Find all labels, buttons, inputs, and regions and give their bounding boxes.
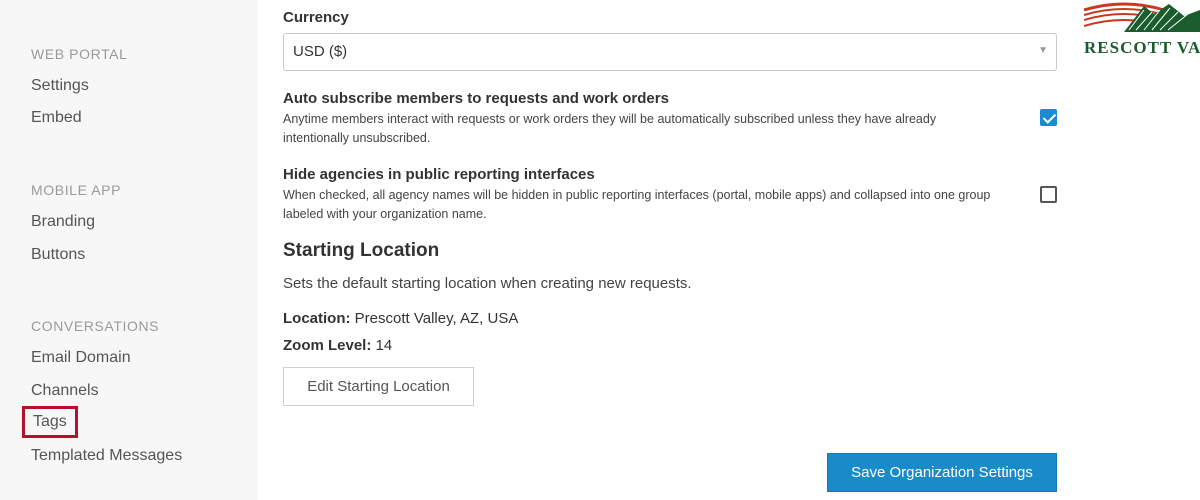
hide-agencies-checkbox[interactable] <box>1040 186 1057 203</box>
nav-item-email-domain[interactable]: Email Domain <box>31 349 131 367</box>
settings-sidebar: WEB PORTAL Settings Embed MOBILE APP Bra… <box>0 0 240 500</box>
location-row: Location: Prescott Valley, AZ, USA <box>283 310 518 327</box>
nav-item-embed[interactable]: Embed <box>31 109 82 127</box>
auto-subscribe-title: Auto subscribe members to requests and w… <box>283 90 669 107</box>
location-label: Location: <box>283 310 351 327</box>
nav-item-tags[interactable]: Tags <box>22 406 78 438</box>
zoom-value: 14 <box>375 337 393 354</box>
nav-item-buttons[interactable]: Buttons <box>31 246 85 264</box>
hide-agencies-description: When checked, all agency names will be h… <box>283 188 991 221</box>
hide-agencies-title: Hide agencies in public reporting interf… <box>283 166 595 183</box>
nav-item-settings[interactable]: Settings <box>31 77 89 95</box>
save-organization-settings-button[interactable]: Save Organization Settings <box>827 453 1057 492</box>
auto-subscribe-description: Anytime members interact with requests o… <box>283 112 937 145</box>
organization-settings-form: Currency USD ($) ▼ Auto subscribe member… <box>258 0 1078 500</box>
auto-subscribe-checkbox[interactable] <box>1040 109 1057 126</box>
nav-item-branding[interactable]: Branding <box>31 213 95 231</box>
dropdown-arrow-icon: ▼ <box>1038 45 1048 56</box>
currency-label: Currency <box>283 9 349 26</box>
nav-item-channels[interactable]: Channels <box>31 382 99 400</box>
nav-heading-conversations: CONVERSATIONS <box>31 318 160 334</box>
currency-selected-value: USD ($) <box>293 43 348 60</box>
edit-starting-location-button[interactable]: Edit Starting Location <box>283 367 474 406</box>
nav-item-templated-messages[interactable]: Templated Messages <box>31 447 182 465</box>
organization-logo: RESCOTT VAL <box>1084 0 1200 60</box>
zoom-row: Zoom Level: 14 <box>283 337 392 354</box>
nav-heading-web-portal: WEB PORTAL <box>31 46 128 62</box>
nav-heading-mobile-app: MOBILE APP <box>31 182 122 198</box>
currency-select[interactable]: USD ($) ▼ <box>283 33 1057 71</box>
starting-location-title: Starting Location <box>283 240 440 261</box>
starting-location-description: Sets the default starting location when … <box>283 275 692 292</box>
sidebar-gutter <box>240 0 258 500</box>
zoom-label: Zoom Level: <box>283 337 372 354</box>
location-value: Prescott Valley, AZ, USA <box>354 310 519 327</box>
logo-text: RESCOTT VAL <box>1084 38 1200 57</box>
logo-sunburst-icon <box>1084 2 1200 32</box>
